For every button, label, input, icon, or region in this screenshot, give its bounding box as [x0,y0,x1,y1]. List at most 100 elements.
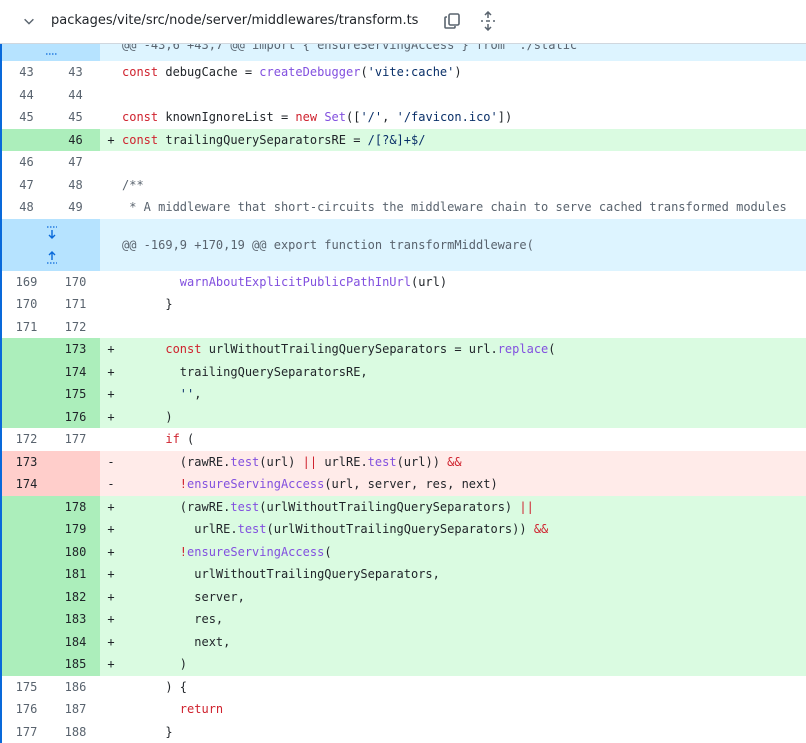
old-line-number[interactable]: 177 [2,721,51,743]
new-line-number[interactable]: 188 [51,721,100,743]
old-line-number[interactable]: 176 [2,698,51,721]
expand-up-icon[interactable] [44,46,60,56]
expand-gutter[interactable] [2,219,100,271]
code-token: ) { [122,680,187,694]
code-token: urlRE. [122,522,238,536]
old-line-number[interactable]: 47 [2,174,51,197]
new-line-number[interactable]: 170 [51,271,100,294]
new-line-number[interactable]: 183 [51,608,100,631]
expand-down-icon[interactable] [44,226,60,240]
new-line-number[interactable]: 180 [51,541,100,564]
new-line-number[interactable]: 187 [51,698,100,721]
copy-icon[interactable] [443,12,461,30]
old-line-number[interactable]: 173 [2,451,51,474]
new-line-number[interactable]: 43 [51,61,100,84]
diff-sign [100,316,122,339]
new-line-number[interactable]: 184 [51,631,100,654]
code-token: createDebugger [259,65,360,79]
code-token: warnAboutExplicitPublicPathInUrl [180,275,411,289]
old-line-number[interactable]: 46 [2,151,51,174]
diff-line-add: 46+const trailingQuerySeparatorsRE = /[?… [2,129,806,152]
new-line-number[interactable]: 48 [51,174,100,197]
old-line-number[interactable]: 169 [2,271,51,294]
code-token: trailingQuerySeparatorsRE, [122,365,368,379]
new-line-number[interactable]: 44 [51,84,100,107]
old-line-number[interactable]: 45 [2,106,51,129]
diff-sign [100,84,122,107]
code-text: urlWithoutTrailingQuerySeparators, [122,563,806,586]
code-token: '/favicon.ico' [397,110,498,124]
old-line-number[interactable] [2,406,51,429]
new-line-number[interactable] [51,451,100,474]
new-line-number[interactable]: 174 [51,361,100,384]
code-token: (rawRE. [122,500,230,514]
new-line-number[interactable]: 49 [51,196,100,219]
old-line-number[interactable]: 43 [2,61,51,84]
diff-line-del: 174- !ensureServingAccess(url, server, r… [2,473,806,496]
diff-line-ctx: 177188 } [2,721,806,743]
code-text: res, [122,608,806,631]
new-line-number[interactable] [51,473,100,496]
old-line-number[interactable] [2,608,51,631]
old-line-number[interactable] [2,338,51,361]
diff-sign: + [100,631,122,654]
diff-sign: + [100,383,122,406]
hunk-header-text: @@ -43,6 +43,7 @@ import { ensureServing… [100,44,577,61]
old-line-number[interactable] [2,563,51,586]
old-line-number[interactable] [2,383,51,406]
new-line-number[interactable]: 186 [51,676,100,699]
old-line-number[interactable]: 171 [2,316,51,339]
new-line-number[interactable]: 177 [51,428,100,451]
code-text: } [122,721,806,743]
new-line-number[interactable]: 178 [51,496,100,519]
old-line-number[interactable] [2,653,51,676]
code-text: * A middleware that short-circuits the m… [122,196,806,219]
code-text: if ( [122,428,806,451]
old-line-number[interactable]: 48 [2,196,51,219]
old-line-number[interactable] [2,129,51,152]
new-line-number[interactable]: 45 [51,106,100,129]
code-text: } [122,293,806,316]
expand-up-gutter[interactable] [2,44,100,61]
code-token: && [534,522,548,536]
diff-rows-a: 4343const debugCache = createDebugger('v… [2,61,806,219]
code-token: ) [454,65,461,79]
new-line-number[interactable]: 185 [51,653,100,676]
old-line-number[interactable] [2,496,51,519]
expand-up-icon[interactable] [44,250,60,264]
old-line-number[interactable] [2,361,51,384]
code-token: 'vite:cache' [368,65,455,79]
diff-line-ctx: 4748/** [2,174,806,197]
old-line-number[interactable]: 175 [2,676,51,699]
new-line-number[interactable]: 47 [51,151,100,174]
code-token: , [382,110,396,124]
new-line-number[interactable]: 182 [51,586,100,609]
file-path[interactable]: packages/vite/src/node/server/middleware… [51,13,418,28]
new-line-number[interactable]: 179 [51,518,100,541]
old-line-number[interactable] [2,586,51,609]
old-line-number[interactable] [2,541,51,564]
code-token: urlWithoutTrailingQuerySeparators = url. [209,342,498,356]
old-line-number[interactable]: 174 [2,473,51,496]
new-line-number[interactable]: 172 [51,316,100,339]
new-line-number[interactable]: 173 [51,338,100,361]
diff-sign [100,271,122,294]
old-line-number[interactable] [2,518,51,541]
code-token: (urlWithoutTrailingQuerySeparators) [259,500,519,514]
new-line-number[interactable]: 46 [51,129,100,152]
diff-line-ctx: 4849 * A middleware that short-circuits … [2,196,806,219]
code-token: const [165,342,208,356]
old-line-number[interactable]: 44 [2,84,51,107]
new-line-number[interactable]: 175 [51,383,100,406]
new-line-number[interactable]: 171 [51,293,100,316]
code-token: test [230,455,259,469]
old-line-number[interactable] [2,631,51,654]
chevron-down-icon[interactable] [22,14,36,28]
new-line-number[interactable]: 176 [51,406,100,429]
old-line-number[interactable]: 172 [2,428,51,451]
diff-line-ctx: 172177 if ( [2,428,806,451]
new-line-number[interactable]: 181 [51,563,100,586]
old-line-number[interactable]: 170 [2,293,51,316]
code-text: server, [122,586,806,609]
unfold-icon[interactable] [479,11,497,31]
